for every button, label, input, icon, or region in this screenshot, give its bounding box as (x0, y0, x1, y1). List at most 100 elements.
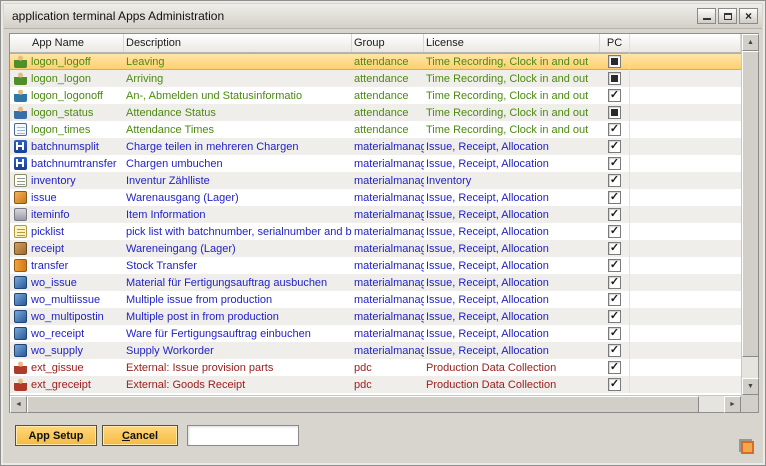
workorder-icon (14, 344, 27, 357)
pc-checkbox[interactable]: ✓ (608, 276, 621, 289)
stock-transfer-icon (14, 259, 27, 272)
pc-checkbox[interactable]: ✓ (608, 293, 621, 306)
group-cell: materialmanagement (352, 175, 424, 187)
table-row[interactable]: batchnumtransferChargen umbuchenmaterial… (10, 155, 741, 172)
column-header-app-name[interactable]: App Name (10, 34, 124, 52)
maximize-button[interactable] (718, 8, 737, 24)
footer-input[interactable] (187, 425, 299, 446)
pc-checkbox[interactable]: ✓ (608, 242, 621, 255)
window-controls: × (697, 8, 758, 24)
description-cell: Chargen umbuchen (124, 158, 352, 170)
table-row[interactable]: logon_timesAttendance TimesattendanceTim… (10, 121, 741, 138)
pc-checkbox[interactable]: ✓ (608, 225, 621, 238)
group-cell: materialmanagement (352, 345, 424, 357)
vertical-scrollbar[interactable]: ▲ ▼ (741, 34, 758, 395)
pc-checkbox[interactable]: ✓ (608, 89, 621, 102)
pc-cell: ✓ (600, 274, 630, 291)
pc-checkbox[interactable]: ✓ (608, 378, 621, 391)
table-row[interactable]: inventoryInventur Zähllistematerialmanag… (10, 172, 741, 189)
pc-checkbox[interactable]: ✓ (608, 157, 621, 170)
column-header-description[interactable]: Description (124, 34, 352, 52)
pc-checkbox[interactable]: ✓ (608, 361, 621, 374)
pc-checkbox[interactable]: ✓ (608, 174, 621, 187)
person-clock-icon (14, 106, 27, 119)
vertical-scroll-thumb[interactable] (742, 51, 759, 357)
pc-checkbox[interactable] (608, 55, 621, 68)
table-row[interactable]: wo_receiptWare für Fertigungsauftrag ein… (10, 325, 741, 342)
pc-cell: ✓ (600, 308, 630, 325)
app-name-text: issue (31, 192, 57, 204)
group-cell: materialmanagement (352, 192, 424, 204)
app-setup-button[interactable]: App Setup (15, 425, 97, 446)
description-cell: External: Issue provision parts (124, 362, 352, 374)
column-header-license[interactable]: License (424, 34, 600, 52)
scroll-up-icon[interactable]: ▲ (742, 34, 759, 51)
group-cell: materialmanagement (352, 260, 424, 272)
pc-checkbox[interactable]: ✓ (608, 140, 621, 153)
table-row[interactable]: receiptWareneingang (Lager)materialmanag… (10, 240, 741, 257)
description-cell: Material für Fertigungsauftrag ausbuchen (124, 277, 352, 289)
pc-cell: ✓ (600, 172, 630, 189)
column-header-group[interactable]: Group (352, 34, 424, 52)
close-button[interactable]: × (739, 8, 758, 24)
group-cell: pdc (352, 362, 424, 374)
table-row[interactable]: transferStock Transfermaterialmanagement… (10, 257, 741, 274)
app-name-text: logon_times (31, 124, 90, 136)
pc-checkbox[interactable]: ✓ (608, 259, 621, 272)
resize-grip-icon[interactable] (738, 438, 755, 455)
table-row[interactable]: logon_logoffLeavingattendanceTime Record… (10, 53, 741, 70)
scroll-down-icon[interactable]: ▼ (742, 378, 759, 395)
external-app-icon (14, 378, 27, 391)
cancel-label-rest: ancel (130, 430, 158, 442)
table-row[interactable]: iteminfoItem Informationmaterialmanageme… (10, 206, 741, 223)
group-cell: materialmanagement (352, 243, 424, 255)
group-cell: materialmanagement (352, 328, 424, 340)
pc-cell: ✓ (600, 223, 630, 240)
table-row[interactable]: wo_supplySupply Workordermaterialmanagem… (10, 342, 741, 359)
pc-checkbox[interactable]: ✓ (608, 123, 621, 136)
inventory-list-icon (14, 174, 27, 187)
app-name-text: logon_logon (31, 73, 91, 85)
scroll-left-icon[interactable]: ◄ (10, 396, 27, 413)
horizontal-scroll-thumb[interactable] (27, 396, 699, 413)
table-row[interactable]: issueWarenausgang (Lager)materialmanagem… (10, 189, 741, 206)
license-cell: Time Recording, Clock in and out (424, 90, 600, 102)
license-cell: Issue, Receipt, Allocation (424, 226, 600, 238)
external-app-icon (14, 361, 27, 374)
table-row[interactable]: picklistpick list with batchnumber, seri… (10, 223, 741, 240)
cancel-button[interactable]: Cancel (102, 425, 178, 446)
titlebar[interactable]: application terminal Apps Administration… (4, 4, 762, 29)
app-name-cell: receipt (10, 242, 124, 255)
table-row[interactable]: logon_logonArrivingattendanceTime Record… (10, 70, 741, 87)
group-cell: attendance (352, 124, 424, 136)
description-cell: pick list with batchnumber, serialnumber… (124, 226, 352, 238)
group-cell: materialmanagement (352, 311, 424, 323)
pc-checkbox[interactable]: ✓ (608, 191, 621, 204)
table-row[interactable]: wo_issue Material für Fertigungsauftrag a… (10, 274, 741, 291)
table-row[interactable]: logon_statusAttendance StatusattendanceT… (10, 104, 741, 121)
app-name-cell: logon_logoff (10, 55, 124, 68)
group-cell: attendance (352, 56, 424, 68)
pc-checkbox[interactable]: ✓ (608, 344, 621, 357)
pc-checkbox[interactable] (608, 106, 621, 119)
table-row[interactable]: ext_gissueExternal: Issue provision part… (10, 359, 741, 376)
scrollbar-corner (741, 395, 758, 412)
table-row[interactable]: batchnumsplitCharge teilen in mehreren C… (10, 138, 741, 155)
description-cell: Attendance Status (124, 107, 352, 119)
table-row[interactable]: wo_multiissueMultiple issue from product… (10, 291, 741, 308)
app-name-text: receipt (31, 243, 64, 255)
table-row[interactable]: logon_logonoffAn-, Abmelden und Statusin… (10, 87, 741, 104)
pc-checkbox[interactable] (608, 72, 621, 85)
license-cell: Issue, Receipt, Allocation (424, 277, 600, 289)
minimize-button[interactable] (697, 8, 716, 24)
scroll-right-icon[interactable]: ► (724, 396, 741, 413)
pc-checkbox[interactable]: ✓ (608, 327, 621, 340)
column-header-pc[interactable]: PC (600, 34, 630, 52)
table-row[interactable]: ext_greceiptExternal: Goods ReceiptpdcPr… (10, 376, 741, 393)
pc-checkbox[interactable]: ✓ (608, 310, 621, 323)
table-row[interactable]: wo_multipostinMultiple post in from prod… (10, 308, 741, 325)
pc-checkbox[interactable]: ✓ (608, 208, 621, 221)
horizontal-scrollbar[interactable]: ◄ ► (10, 395, 741, 412)
goods-issue-icon (14, 191, 27, 204)
app-name-text: wo_issue (31, 277, 77, 289)
